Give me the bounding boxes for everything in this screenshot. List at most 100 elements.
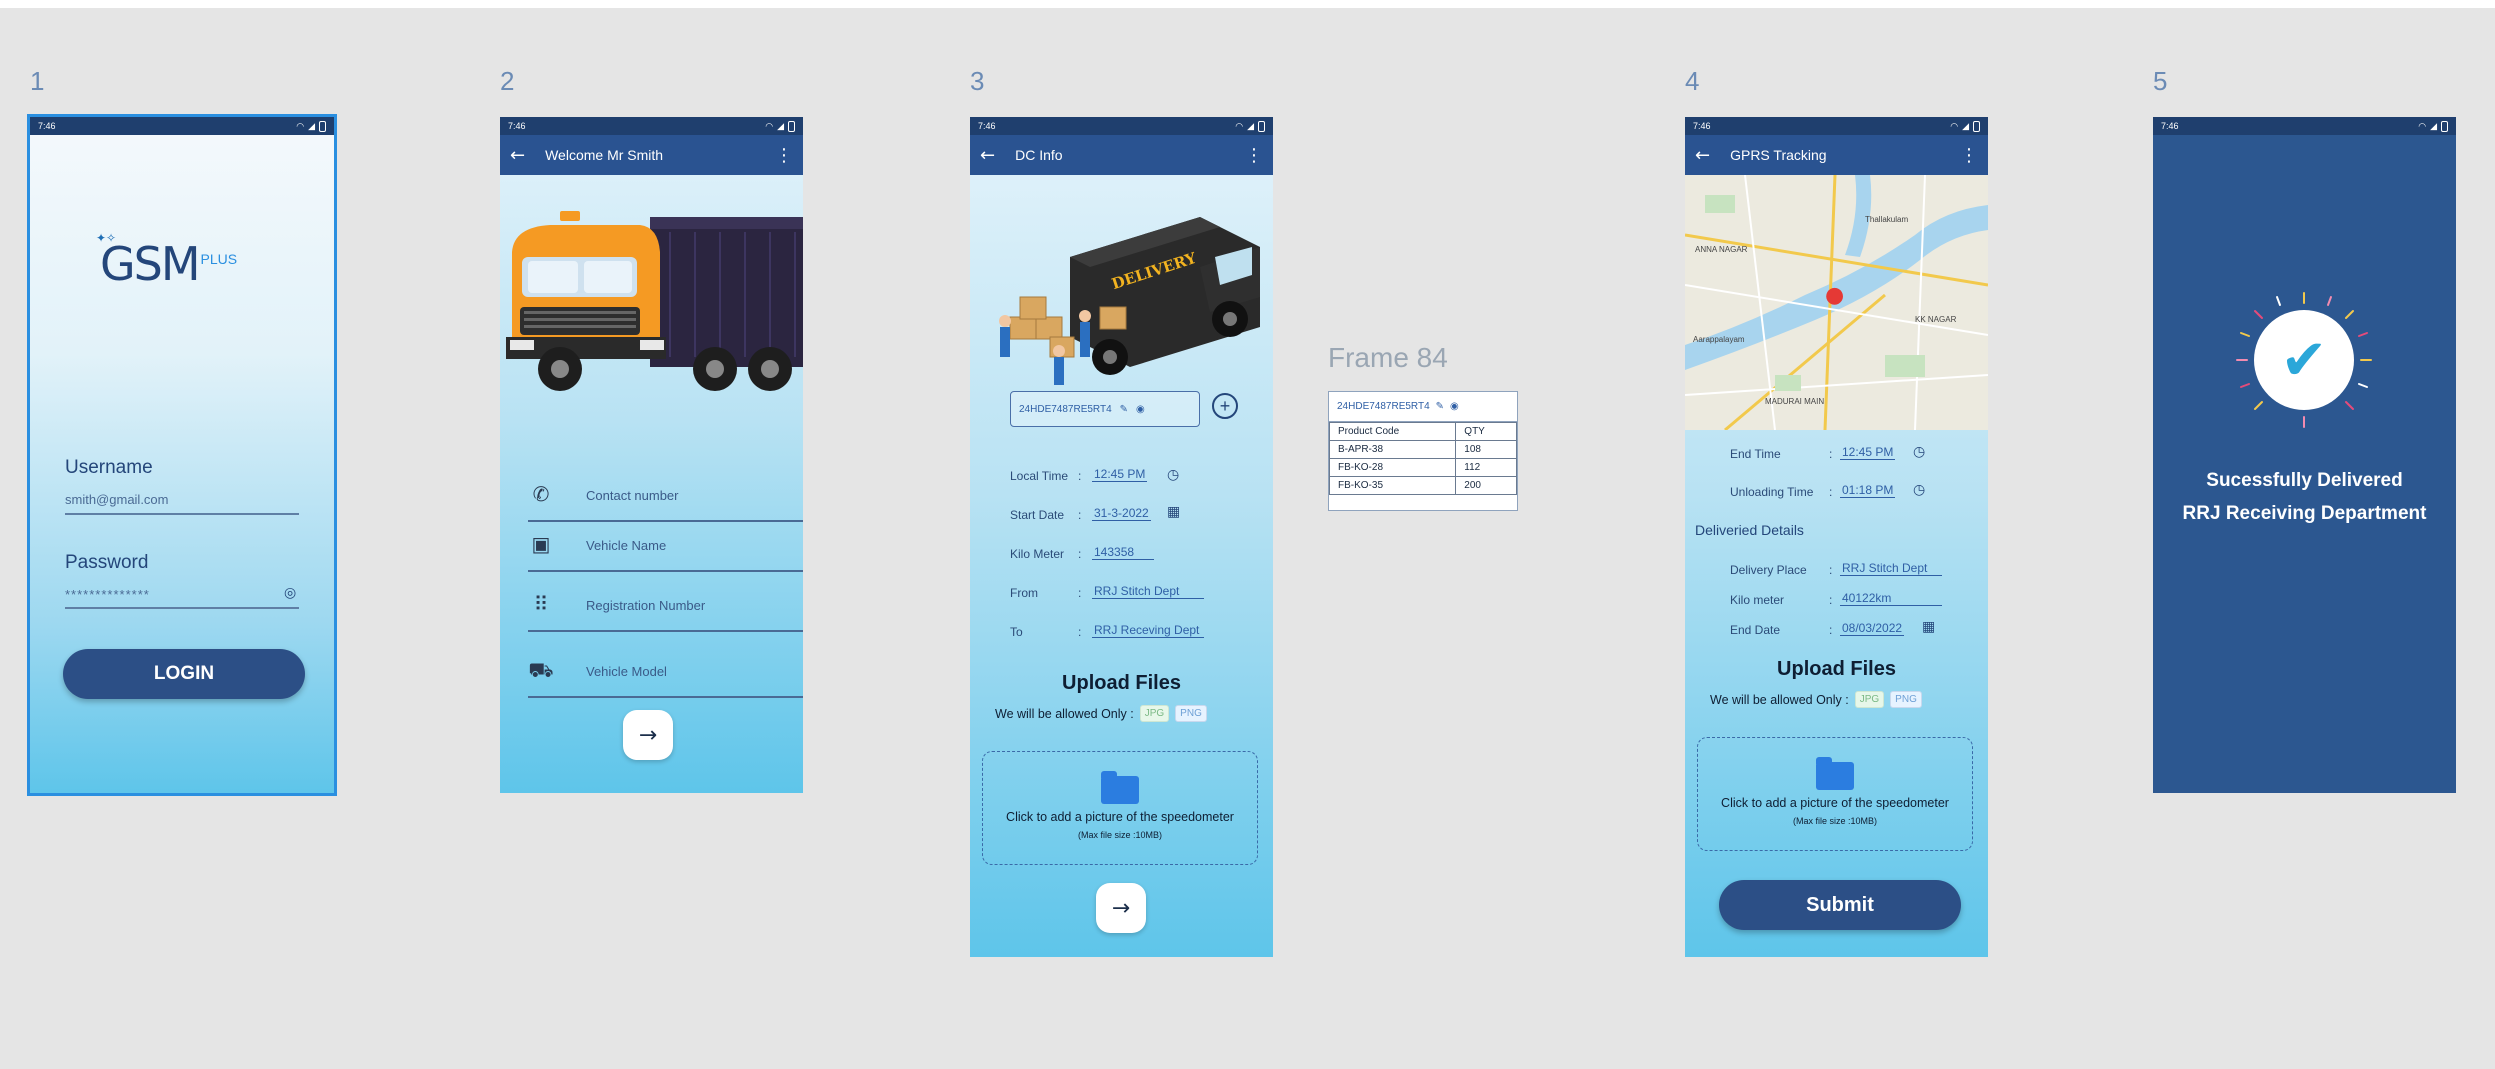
eye-icon[interactable]: ◉ (1450, 401, 1459, 412)
login-button[interactable]: LOGIN (63, 649, 305, 699)
success-screen: 7:46 ◠ ◢ ✔ Sucessfully Delivered RRJ Rece… (2153, 117, 2456, 793)
wifi-icon: ◠ (296, 120, 305, 131)
registration-number-input[interactable]: Registration Number (586, 598, 705, 613)
wifi-icon: ◠ (1235, 120, 1244, 131)
frame-label-2: 2 (500, 66, 515, 96)
map-label: MADURAI MAIN (1765, 397, 1825, 406)
signal-icon: ◢ (1962, 120, 1969, 131)
status-icons: ◠ ◢ (1950, 120, 1980, 132)
speedometer-upload-dropzone[interactable]: Click to add a picture of the speedomete… (982, 751, 1258, 865)
vehicle-model-field[interactable]: ⛟ Vehicle Model (528, 648, 803, 698)
status-bar: 7:46 ◠ ◢ (1685, 117, 1988, 135)
start-date-value[interactable]: 31-3-2022 (1092, 506, 1151, 521)
vehicle-name-field[interactable]: ▣ Vehicle Name (528, 522, 803, 572)
status-icons: ◠ ◢ (1235, 120, 1265, 132)
vehicle-model-input[interactable]: Vehicle Model (586, 664, 667, 679)
battery-icon (788, 120, 795, 132)
status-time: 7:46 (978, 121, 996, 131)
delivery-place-label: Delivery Place (1730, 563, 1807, 577)
status-time: 7:46 (38, 121, 56, 131)
frame-84-code: 24HDE7487RE5RT4 (1337, 401, 1430, 412)
calendar-icon[interactable]: ▦ (1922, 618, 1935, 635)
signal-icon: ◢ (308, 120, 315, 131)
truck-icon: ⛟ (528, 658, 554, 682)
more-vert-icon[interactable]: ⋮ (775, 145, 793, 166)
next-arrow-button[interactable]: → (1096, 883, 1146, 933)
dc-code-box[interactable]: 24HDE7487RE5RT4 ✎ ◉ (1010, 391, 1200, 427)
success-line-1: Sucessfully Delivered (2206, 470, 2403, 491)
app-bar-title: Welcome Mr Smith (545, 147, 664, 163)
to-value[interactable]: RRJ Receving Dept (1092, 623, 1204, 638)
app-bar-title: DC Info (1015, 147, 1063, 163)
edit-icon[interactable]: ✎ (1436, 401, 1444, 412)
table-cell: FB-KO-28 (1328, 458, 1457, 477)
dropzone-text: Click to add a picture of the speedomete… (1721, 796, 1949, 810)
app-bar: ← DC Info ⋮ (970, 135, 1273, 175)
more-vert-icon[interactable]: ⋮ (1960, 145, 1978, 166)
colon: : (1078, 547, 1082, 561)
edit-icon[interactable]: ✎ (1120, 404, 1128, 415)
colon: : (1078, 625, 1082, 639)
logo-main: GSM (100, 237, 201, 291)
upload-files-title: Upload Files (1777, 658, 1896, 680)
location-pin-icon[interactable]: ● (1825, 283, 1844, 308)
canvas-top-strip (0, 0, 2495, 8)
to-label: To (1010, 625, 1023, 639)
dropzone-subtext: (Max file size :10MB) (1077, 830, 1163, 840)
status-bar: 7:46 ◠ ◢ (500, 117, 803, 135)
kilometer-value[interactable]: 143358 (1092, 545, 1154, 560)
contact-number-input[interactable]: Contact number (586, 488, 679, 503)
end-date-label: End Date (1730, 623, 1781, 637)
password-input[interactable]: ************** (65, 587, 150, 602)
end-date-value[interactable]: 08/03/2022 (1840, 621, 1905, 636)
delivery-place-value[interactable]: RRJ Stitch Dept (1840, 561, 1942, 576)
table-header: Product Code (1328, 422, 1457, 441)
clock-icon[interactable]: ◷ (1913, 443, 1925, 460)
table-row: B-APR-38 108 (1328, 440, 1517, 459)
from-label: From (1010, 586, 1038, 600)
add-circle-icon[interactable]: + (1212, 393, 1238, 419)
jpg-chip: JPG (1139, 705, 1170, 722)
back-arrow-icon[interactable]: ← (980, 145, 995, 166)
bus-icon: ▣ (531, 532, 551, 556)
clock-icon[interactable]: ◷ (1913, 481, 1925, 498)
tracking-map[interactable]: MADURAI MAIN ANNA NAGAR KK NAGAR Thallak… (1685, 175, 1988, 430)
username-input[interactable]: smith@gmail.com (65, 492, 169, 507)
from-value[interactable]: RRJ Stitch Dept (1092, 584, 1204, 599)
login-screen: 7:46 ◠ ◢ ✦✧ GSM PLUS Username smith@gmail… (27, 114, 337, 796)
frame-84-code-row: 24HDE7487RE5RT4 ✎ ◉ (1329, 392, 1517, 422)
contact-number-field[interactable]: ✆ Contact number (528, 472, 803, 522)
back-arrow-icon[interactable]: ← (510, 145, 525, 166)
local-time-value[interactable]: 12:45 PM (1092, 467, 1148, 482)
frame-label-3: 3 (970, 66, 985, 96)
kilometer-value[interactable]: 40122km (1840, 591, 1942, 606)
app-bar: ← GPRS Tracking ⋮ (1685, 135, 1988, 175)
back-arrow-icon[interactable]: ← (1695, 145, 1710, 166)
welcome-screen: 7:46 ◠ ◢ ← Welcome Mr Smith ⋮ ✆ Contact n… (500, 117, 803, 793)
colon: : (1829, 563, 1833, 577)
eye-icon[interactable]: ◉ (1136, 404, 1145, 415)
table-cell: 108 (1455, 440, 1517, 459)
submit-button[interactable]: Submit (1719, 880, 1961, 930)
next-arrow-button[interactable]: → (623, 710, 673, 760)
logo-stars-icon: ✦✧ (96, 231, 117, 245)
eye-off-icon[interactable]: ◎ (284, 585, 296, 601)
more-vert-icon[interactable]: ⋮ (1245, 145, 1263, 166)
dropzone-subtext: (Max file size :10MB) (1792, 816, 1878, 826)
registration-number-field[interactable]: ⠿ Registration Number (528, 582, 803, 632)
folder-icon (1816, 757, 1854, 790)
wifi-icon: ◠ (1950, 120, 1959, 131)
status-bar: 7:46 ◠ ◢ (30, 117, 334, 135)
vehicle-name-input[interactable]: Vehicle Name (586, 538, 666, 553)
end-time-value[interactable]: 12:45 PM (1840, 445, 1896, 460)
check-circle-icon: ✔ (2254, 310, 2354, 410)
allowed-formats: We will be allowed Only : JPG PNG (995, 705, 1207, 722)
calendar-icon[interactable]: ▦ (1167, 503, 1180, 520)
map-label: KK NAGAR (1915, 315, 1957, 324)
dialpad-icon: ⠿ (533, 592, 549, 616)
clock-icon[interactable]: ◷ (1167, 466, 1179, 483)
status-bar: 7:46 ◠ ◢ (2153, 117, 2456, 135)
signal-icon: ◢ (777, 120, 784, 131)
unloading-time-value[interactable]: 01:18 PM (1840, 483, 1896, 498)
speedometer-upload-dropzone[interactable]: Click to add a picture of the speedomete… (1697, 737, 1973, 851)
